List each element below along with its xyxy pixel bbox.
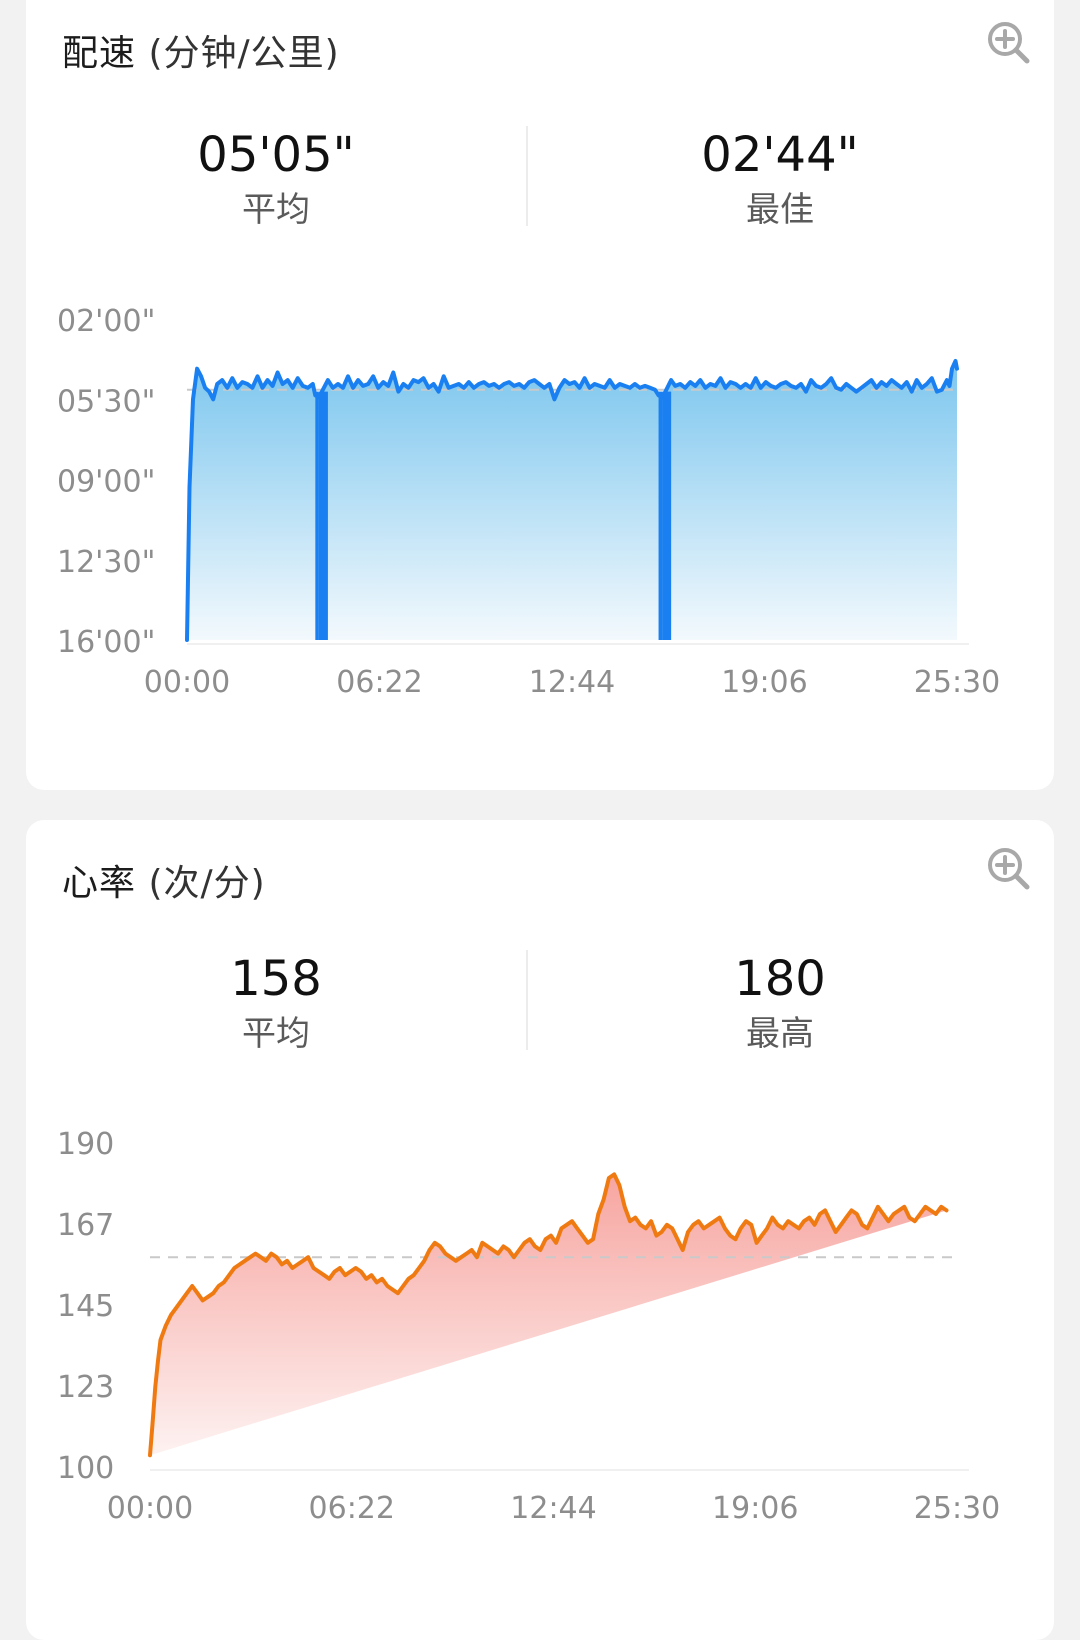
hr-max-label: 最高 — [746, 1014, 814, 1054]
x-tick-label: 12:44 — [529, 665, 615, 700]
y-tick-label: 16'00" — [57, 625, 155, 660]
pace-dropout-bar — [658, 391, 663, 640]
y-tick-label: 02'00" — [57, 304, 155, 339]
y-tick-label: 09'00" — [57, 465, 155, 500]
x-tick-label: 12:44 — [510, 1491, 596, 1526]
y-tick-label: 190 — [57, 1127, 114, 1162]
pace-dropout-bar — [662, 391, 672, 640]
pace-avg-value: 05'05" — [197, 127, 355, 183]
y-tick-label: 145 — [57, 1289, 114, 1324]
y-tick-label: 12'30" — [57, 545, 155, 580]
stat-divider — [526, 126, 528, 226]
hr-stats: 158 平均 180 最高 — [26, 950, 1054, 1060]
pace-best-stat: 02'44" 最佳 — [630, 126, 930, 232]
pace-dropout-bar — [315, 391, 319, 640]
x-tick-label: 06:22 — [309, 1491, 395, 1526]
pace-avg-stat: 05'05" 平均 — [126, 126, 426, 232]
hr-title-unit: (次/分) — [148, 863, 266, 904]
hr-avg-value: 158 — [230, 951, 322, 1007]
pace-avg-label: 平均 — [242, 190, 310, 230]
hr-max-stat: 180 最高 — [630, 950, 930, 1056]
pace-stats: 05'05" 平均 02'44" 最佳 — [26, 126, 1054, 236]
hr-avg-stat: 158 平均 — [126, 950, 426, 1056]
heart-rate-chart: 190 167 145 123 100 00:00 06:22 12:44 19:06 25:30 — [57, 1127, 1000, 1526]
hr-card-title: 心率 (次/分) — [62, 854, 266, 906]
y-tick-label: 100 — [57, 1451, 114, 1486]
x-tick-label: 00:00 — [144, 665, 230, 700]
pace-card: 配速 (分钟/公里) 05'05" 平均 02'44" 最佳 02'00" 05'… — [26, 0, 1054, 790]
x-tick-label: 00:00 — [107, 1491, 193, 1526]
x-tick-label: 06:22 — [336, 665, 422, 700]
y-tick-label: 123 — [57, 1370, 114, 1405]
y-tick-label: 167 — [57, 1208, 114, 1243]
x-tick-label: 19:06 — [721, 665, 807, 700]
hr-max-value: 180 — [734, 951, 826, 1007]
pace-chart: 02'00" 05'30" 09'00" 12'30" 16'00" 00:00 06:22… — [57, 304, 1000, 700]
x-tick-label: 25:30 — [914, 665, 1000, 700]
pace-title-unit: (分钟/公里) — [148, 33, 340, 74]
pace-best-value: 02'44" — [701, 127, 859, 183]
zoom-in-icon[interactable] — [984, 844, 1032, 892]
zoom-in-icon[interactable] — [984, 18, 1032, 66]
stat-divider — [526, 950, 528, 1050]
pace-title-text: 配速 — [62, 33, 137, 74]
y-tick-label: 05'30" — [57, 384, 155, 419]
chart-area-fill — [187, 361, 957, 640]
hr-avg-label: 平均 — [242, 1014, 310, 1054]
x-tick-label: 19:06 — [712, 1491, 798, 1526]
pace-card-title: 配速 (分钟/公里) — [62, 24, 340, 76]
x-tick-label: 25:30 — [914, 1491, 1000, 1526]
hr-title-text: 心率 — [62, 863, 137, 904]
heart-rate-card: 心率 (次/分) 158 平均 180 最高 190 167 145 123 100 00… — [26, 820, 1054, 1640]
pace-best-label: 最佳 — [746, 190, 814, 230]
pace-dropout-bar — [318, 391, 328, 640]
